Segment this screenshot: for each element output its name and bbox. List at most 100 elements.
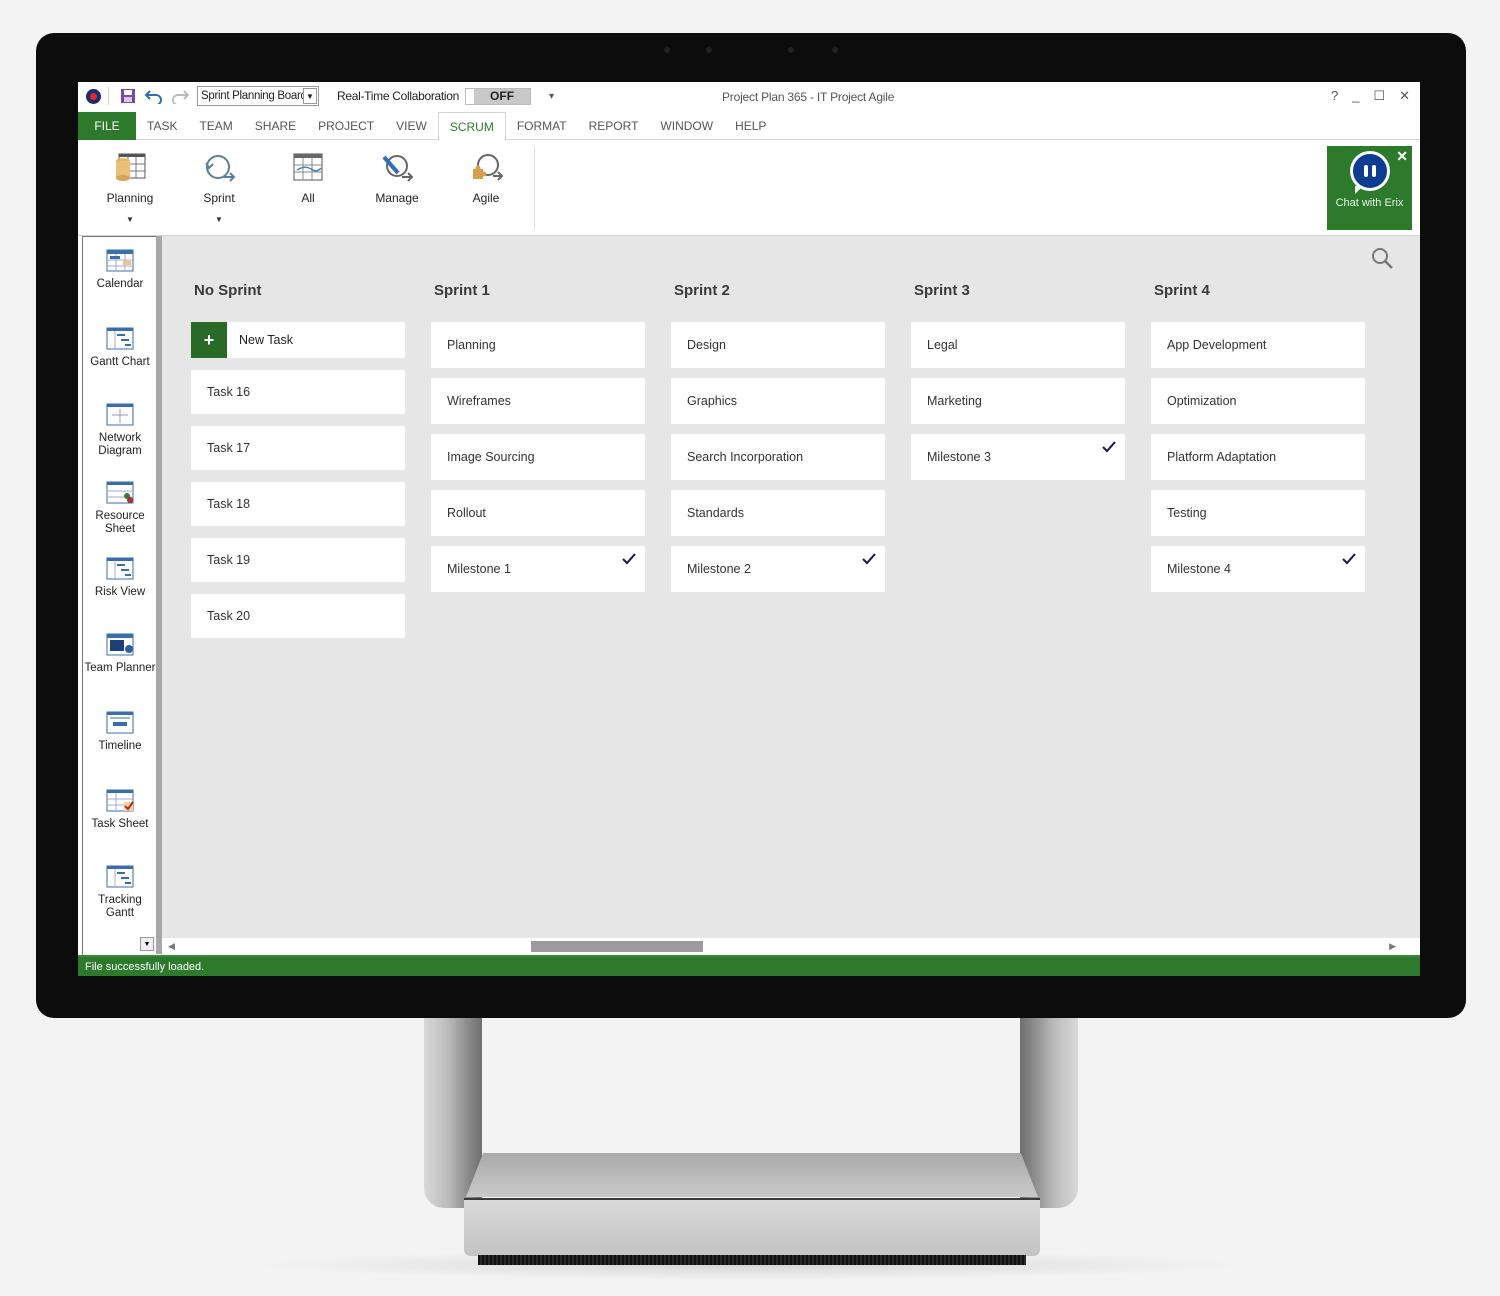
new-task-button[interactable]: + New Task xyxy=(191,322,405,358)
task-card[interactable]: Milestone 2 xyxy=(671,546,885,592)
task-card-name: Milestone 3 xyxy=(927,450,991,464)
view-task-sheet[interactable]: Task Sheet xyxy=(83,787,157,831)
task-card[interactable]: Image Sourcing xyxy=(431,434,645,480)
task-card-name: Design xyxy=(687,338,726,352)
task-card[interactable]: Standards xyxy=(671,490,885,536)
view-selector-value: Sprint Planning Board xyxy=(201,90,303,102)
search-icon[interactable] xyxy=(1370,246,1394,270)
column-title: Sprint 1 xyxy=(434,282,490,299)
status-message: File successfully loaded. xyxy=(85,960,205,973)
ribbon: Planning ▼ Sprint ▼ All Manage Agile ✕ C… xyxy=(78,141,1420,236)
collaboration-toggle[interactable]: OFF xyxy=(465,87,532,105)
task-card[interactable]: Design xyxy=(671,322,885,368)
close-icon[interactable]: ✕ xyxy=(1396,148,1408,165)
task-card-name: Platform Adaptation xyxy=(1167,450,1277,464)
task-card[interactable]: Planning xyxy=(431,322,645,368)
planning-label: Planning xyxy=(106,191,154,205)
tab-scrum[interactable]: SCRUM xyxy=(437,112,506,141)
tab-team[interactable]: TEAM xyxy=(188,112,243,140)
view-team-planner[interactable]: Team Planner xyxy=(83,631,157,675)
save-icon[interactable] xyxy=(117,85,139,107)
task-card[interactable]: Milestone 1 xyxy=(431,546,645,592)
view-network-diagram[interactable]: Network Diagram xyxy=(83,401,157,458)
task-card[interactable]: App Development xyxy=(1151,322,1365,368)
tab-view[interactable]: VIEW xyxy=(385,112,438,140)
task-card[interactable]: Milestone 4 xyxy=(1151,546,1365,592)
all-button[interactable]: All xyxy=(273,151,343,205)
sensor-dot xyxy=(832,47,838,53)
sensor-dot xyxy=(788,47,794,53)
task-card[interactable]: Legal xyxy=(911,322,1125,368)
tab-task[interactable]: TASK xyxy=(136,112,188,140)
chat-with-erix-button[interactable]: ✕ Chat with Erix xyxy=(1327,146,1412,230)
view-label: Team Planner xyxy=(84,662,156,674)
sprint-button[interactable]: Sprint ▼ xyxy=(184,151,254,224)
tab-file[interactable]: FILE xyxy=(78,112,136,140)
task-card[interactable]: Search Incorporation xyxy=(671,434,885,480)
task-card[interactable]: Graphics xyxy=(671,378,885,424)
task-card[interactable]: Platform Adaptation xyxy=(1151,434,1365,480)
view-gantt-chart[interactable]: Gantt Chart xyxy=(83,325,157,369)
scroll-right-icon[interactable]: ▶ xyxy=(1389,941,1396,952)
tab-share[interactable]: SHARE xyxy=(244,112,307,140)
view-label: Risk View xyxy=(94,586,146,598)
horizontal-scrollbar[interactable]: ◀ ▶ xyxy=(162,938,1404,954)
task-card[interactable]: Marketing xyxy=(911,378,1125,424)
tab-project[interactable]: PROJECT xyxy=(307,112,385,140)
chevron-down-icon[interactable]: ▼ xyxy=(95,215,165,224)
customize-quick-access-icon[interactable]: ▾ xyxy=(549,91,554,102)
tab-report[interactable]: REPORT xyxy=(578,112,650,140)
task-card[interactable]: Task 18 xyxy=(191,482,405,526)
task-card[interactable]: Wireframes xyxy=(431,378,645,424)
view-timeline[interactable]: Timeline xyxy=(83,709,157,753)
task-card[interactable]: Optimization xyxy=(1151,378,1365,424)
view-risk-view[interactable]: Risk View xyxy=(83,555,157,599)
view-tracking-gantt[interactable]: Tracking Gantt xyxy=(83,863,157,920)
risk-view-icon xyxy=(105,555,135,581)
task-card[interactable]: Rollout xyxy=(431,490,645,536)
minimize-button[interactable]: _ xyxy=(1352,88,1359,104)
task-card-name: Testing xyxy=(1167,506,1207,520)
manage-label: Manage xyxy=(375,191,419,205)
tab-format[interactable]: FORMAT xyxy=(506,112,578,140)
task-card[interactable]: Task 19 xyxy=(191,538,405,582)
help-button[interactable]: ? xyxy=(1331,88,1338,104)
planning-button[interactable]: Planning ▼ xyxy=(95,151,165,224)
collaboration-toggle-state: OFF xyxy=(474,88,531,104)
task-card-name: Optimization xyxy=(1167,394,1237,408)
close-button[interactable]: ✕ xyxy=(1399,88,1410,104)
task-card[interactable]: Task 17 xyxy=(191,426,405,470)
ribbon-divider xyxy=(534,147,535,229)
status-bar: File successfully loaded. xyxy=(78,955,1420,976)
window-title: Project Plan 365 - IT Project Agile xyxy=(722,90,895,104)
network-diagram-icon xyxy=(105,401,135,427)
task-card-name: App Development xyxy=(1167,338,1267,352)
task-card[interactable]: Task 16 xyxy=(191,370,405,414)
scrollbar-thumb[interactable] xyxy=(531,941,703,952)
agile-button[interactable]: Agile xyxy=(451,151,521,205)
view-calendar[interactable]: Calendar xyxy=(83,247,157,291)
scroll-left-icon[interactable]: ◀ xyxy=(168,941,175,952)
view-selector[interactable]: Sprint Planning Board ▼ xyxy=(197,86,319,106)
task-card[interactable]: Milestone 3 xyxy=(911,434,1125,480)
view-label: Calendar xyxy=(96,278,144,290)
tab-window[interactable]: WINDOW xyxy=(649,112,724,140)
redo-icon[interactable] xyxy=(169,85,191,107)
manage-button[interactable]: Manage xyxy=(362,151,432,205)
undo-icon[interactable] xyxy=(143,85,165,107)
app-logo-icon[interactable] xyxy=(82,85,104,107)
maximize-button[interactable]: ☐ xyxy=(1373,88,1385,104)
task-card[interactable]: Testing xyxy=(1151,490,1365,536)
tab-help[interactable]: HELP xyxy=(724,112,777,140)
chevron-down-icon[interactable]: ▼ xyxy=(184,215,254,224)
task-card-name: Milestone 4 xyxy=(1167,562,1231,576)
view-resource-sheet[interactable]: Resource Sheet xyxy=(83,479,157,536)
view-bar-scroll-down[interactable]: ▼ xyxy=(140,937,154,951)
chevron-down-icon[interactable]: ▼ xyxy=(303,88,317,104)
column-title: Sprint 2 xyxy=(674,282,730,299)
task-card-name: Milestone 2 xyxy=(687,562,751,576)
task-card[interactable]: Task 20 xyxy=(191,594,405,638)
task-sheet-icon xyxy=(105,787,135,813)
task-card-name: Task 16 xyxy=(207,385,251,399)
sensor-dot xyxy=(664,47,670,53)
